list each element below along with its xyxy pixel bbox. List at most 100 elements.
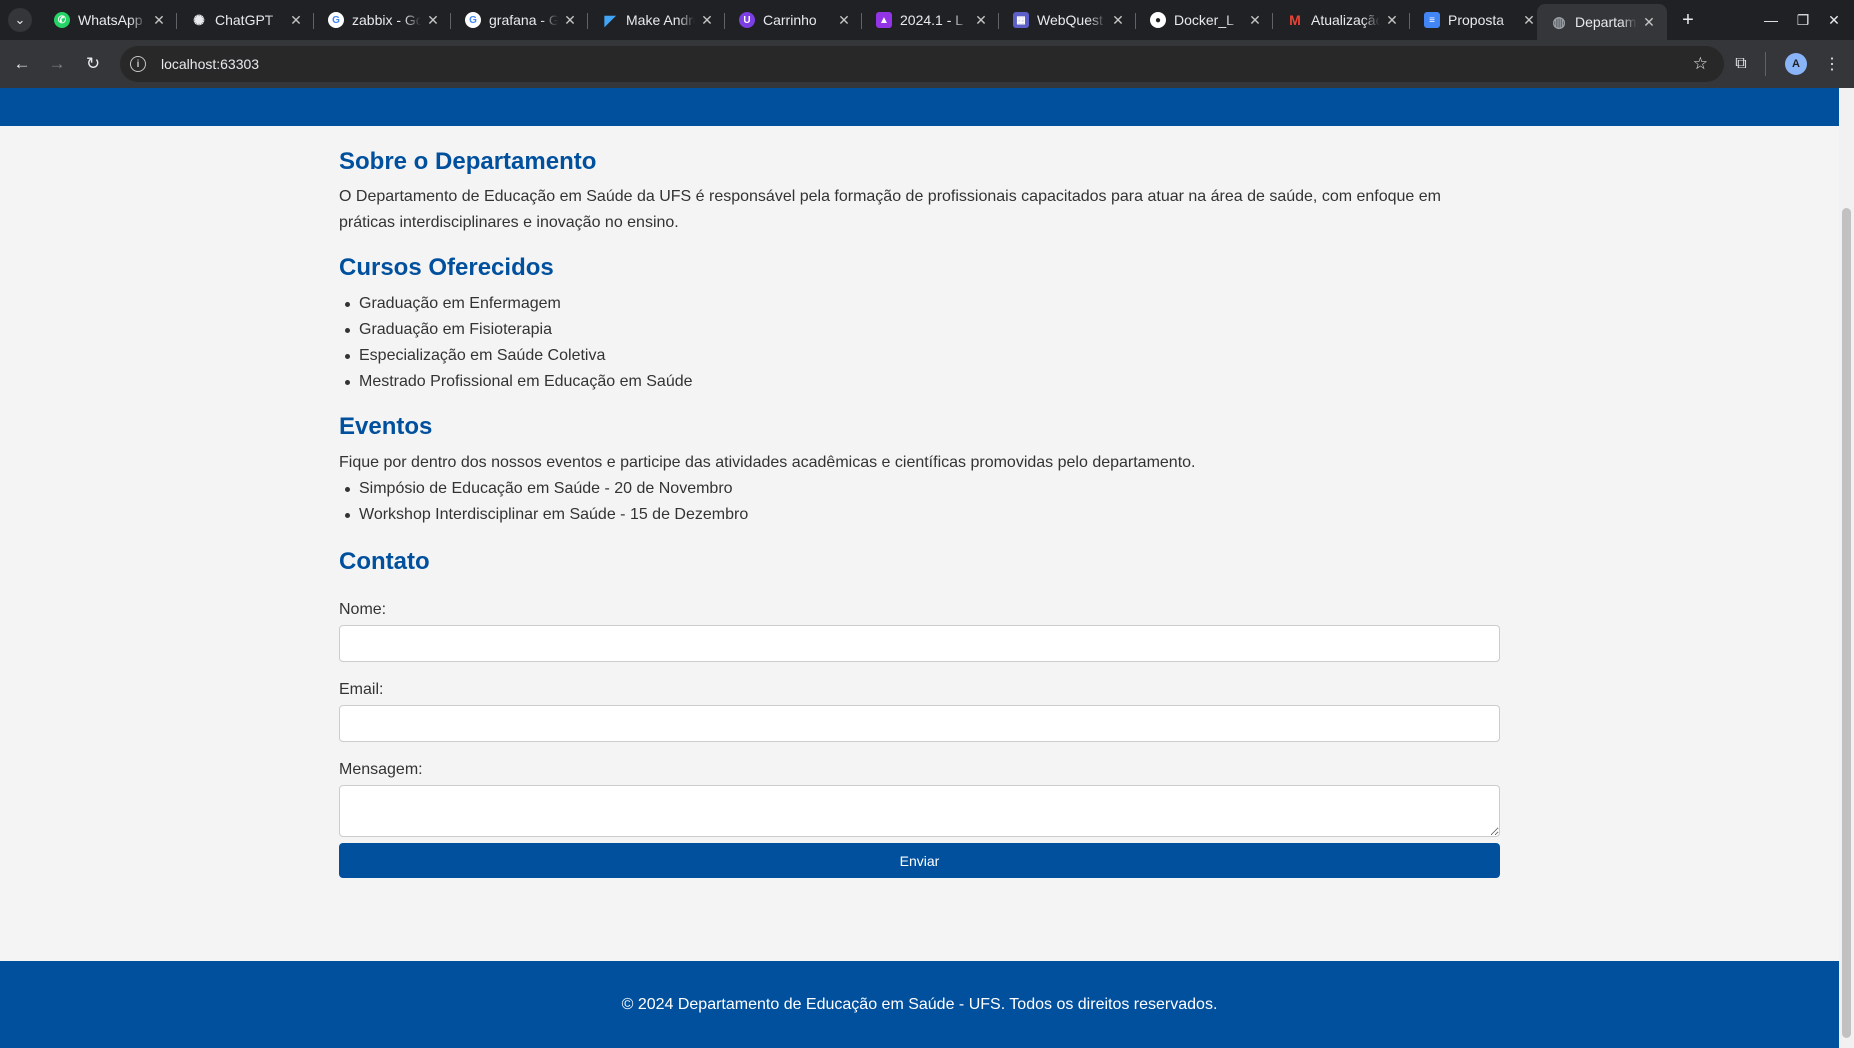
back-button[interactable]: ← [10,52,34,76]
tab-whatsapp[interactable]: ✆ WhatsApp ✕ [40,4,177,36]
google-icon: G [465,12,481,28]
minimize-button[interactable]: — [1759,8,1783,32]
list-item: Mestrado Profissional em Educação em Saú… [339,369,1500,395]
close-window-button[interactable]: ✕ [1822,8,1846,32]
tab-carrinho[interactable]: U Carrinho ✕ [725,4,862,36]
events-section: Eventos Fique por dentro dos nossos even… [339,413,1500,528]
tab-webquest[interactable]: ▦ WebQuest ✕ [999,4,1136,36]
message-label: Mensagem: [339,761,423,778]
tab-make-android[interactable]: ◤ Make Android ✕ [588,4,725,36]
list-item: Graduação em Enfermagem [339,291,1500,317]
close-tab-icon[interactable]: ✕ [425,12,441,29]
site-info-icon[interactable]: i [130,56,146,72]
list-item: Workshop Interdisciplinar em Saúde - 15 … [339,502,1500,528]
gmail-icon: M [1289,12,1301,28]
restore-icon: ❐ [1796,11,1810,28]
footer-text: © 2024 Departamento de Educação em Saúde… [621,995,1218,1013]
close-tab-icon[interactable]: ✕ [1641,14,1657,31]
tab-departamento[interactable]: ◍ Departamento ✕ [1537,4,1667,40]
about-text: O Departamento de Educação em Saúde da U… [339,188,1441,231]
list-item: Graduação em Fisioterapia [339,317,1500,343]
close-tab-icon[interactable]: ✕ [836,12,852,29]
contact-section: Contato Nome: Email: Mensagem: Enviar [339,548,1500,878]
email-input[interactable] [339,705,1500,742]
reload-button[interactable]: ↻ [81,52,105,76]
browser-menu-button[interactable]: ⋮ [1820,52,1844,76]
about-heading: Sobre o Departamento [339,148,597,175]
page-scrollbar[interactable] [1839,88,1854,1048]
tab-title: ChatGPT [215,12,274,28]
profile-avatar[interactable]: A [1785,53,1807,75]
new-tab-button[interactable]: + [1676,8,1700,32]
close-tab-icon[interactable]: ✕ [1384,12,1400,29]
list-item: Especialização em Saúde Coletiva [339,343,1500,369]
docs-icon: ≡ [1424,12,1440,28]
tab-strip: ⌄ ✆ WhatsApp ✕ ✺ ChatGPT ✕ G zabbix - Go… [0,0,1854,40]
tab-title: WhatsApp [78,12,143,28]
tab-title: grafana - Google [489,12,558,28]
tab-search-button[interactable]: ⌄ [8,8,32,32]
close-tab-icon[interactable]: ✕ [562,12,578,29]
close-tab-icon[interactable]: ✕ [151,12,167,29]
minimize-icon: — [1764,12,1778,28]
close-icon: ✕ [1828,11,1840,28]
url-text[interactable]: localhost:63303 [161,56,259,72]
chevron-down-icon: ⌄ [14,12,26,27]
tab-title: zabbix - Google [352,12,421,28]
cart-icon: U [739,12,755,28]
tab-title: WebQuest [1037,12,1103,28]
bookmark-star-icon[interactable]: ☆ [1693,54,1708,74]
events-intro: Fique por dentro dos nossos eventos e pa… [339,454,1196,471]
tab-atualizacao[interactable]: M Atualização ✕ [1273,4,1410,36]
courses-heading: Cursos Oferecidos [339,254,554,281]
webquest-icon: ▦ [1013,12,1029,28]
flutter-icon: ◤ [604,11,616,28]
globe-icon: ◍ [1552,14,1566,31]
site-footer: © 2024 Departamento de Educação em Saúde… [0,961,1839,1048]
puzzle-icon: ⧉ [1735,55,1747,72]
reload-icon: ↻ [85,54,101,73]
close-tab-icon[interactable]: ✕ [1110,12,1126,29]
extensions-button[interactable]: ⧉ [1729,52,1753,76]
forward-button[interactable]: → [45,52,69,76]
tab-2024-1[interactable]: ▲ 2024.1 - L ✕ [862,4,999,36]
github-icon: ● [1150,12,1166,28]
classroom-icon: ▲ [876,12,892,28]
contact-heading: Contato [339,548,430,575]
arrow-right-icon: → [48,54,66,73]
close-tab-icon[interactable]: ✕ [699,12,715,29]
plus-icon: + [1682,8,1694,31]
close-tab-icon[interactable]: ✕ [288,12,304,29]
tab-zabbix[interactable]: G zabbix - Google ✕ [314,4,451,36]
google-icon: G [328,12,344,28]
chatgpt-icon: ✺ [193,11,205,28]
tab-proposta[interactable]: ≡ Proposta ✕ [1410,4,1547,36]
tab-title: Departamento [1575,14,1637,30]
scrollbar-thumb[interactable] [1842,208,1851,1038]
tab-docker[interactable]: ● Docker_L ✕ [1136,4,1273,36]
submit-button[interactable]: Enviar [339,843,1500,878]
tab-grafana[interactable]: G grafana - Google ✕ [451,4,588,36]
browser-toolbar: ← → ↻ i localhost:63303 ☆ ⧉ ⋮ [0,40,1854,88]
name-input[interactable] [339,625,1500,662]
page-viewport: Sobre o Departamento O Departamento de E… [0,88,1839,1048]
events-list: Simpósio de Educação em Saúde - 20 de No… [339,476,1500,528]
site-header [0,88,1839,126]
tab-title: 2024.1 - L [900,12,964,28]
restore-button[interactable]: ❐ [1791,8,1815,32]
tab-chatgpt[interactable]: ✺ ChatGPT ✕ [177,4,314,36]
name-label: Nome: [339,601,387,618]
email-label: Email: [339,681,384,698]
tab-title: Atualização [1311,12,1380,28]
close-tab-icon[interactable]: ✕ [973,12,989,29]
message-textarea[interactable] [339,785,1500,837]
close-tab-icon[interactable]: ✕ [1247,12,1263,29]
tab-title: Make Android [626,12,695,28]
address-bar[interactable]: i localhost:63303 ☆ [120,46,1724,82]
tab-title: Carrinho [763,12,817,28]
toolbar-divider [1765,52,1766,76]
arrow-left-icon: ← [13,54,31,73]
kebab-menu-icon: ⋮ [1824,56,1840,73]
close-tab-icon[interactable]: ✕ [1521,12,1537,29]
list-item: Simpósio de Educação em Saúde - 20 de No… [339,476,1500,502]
